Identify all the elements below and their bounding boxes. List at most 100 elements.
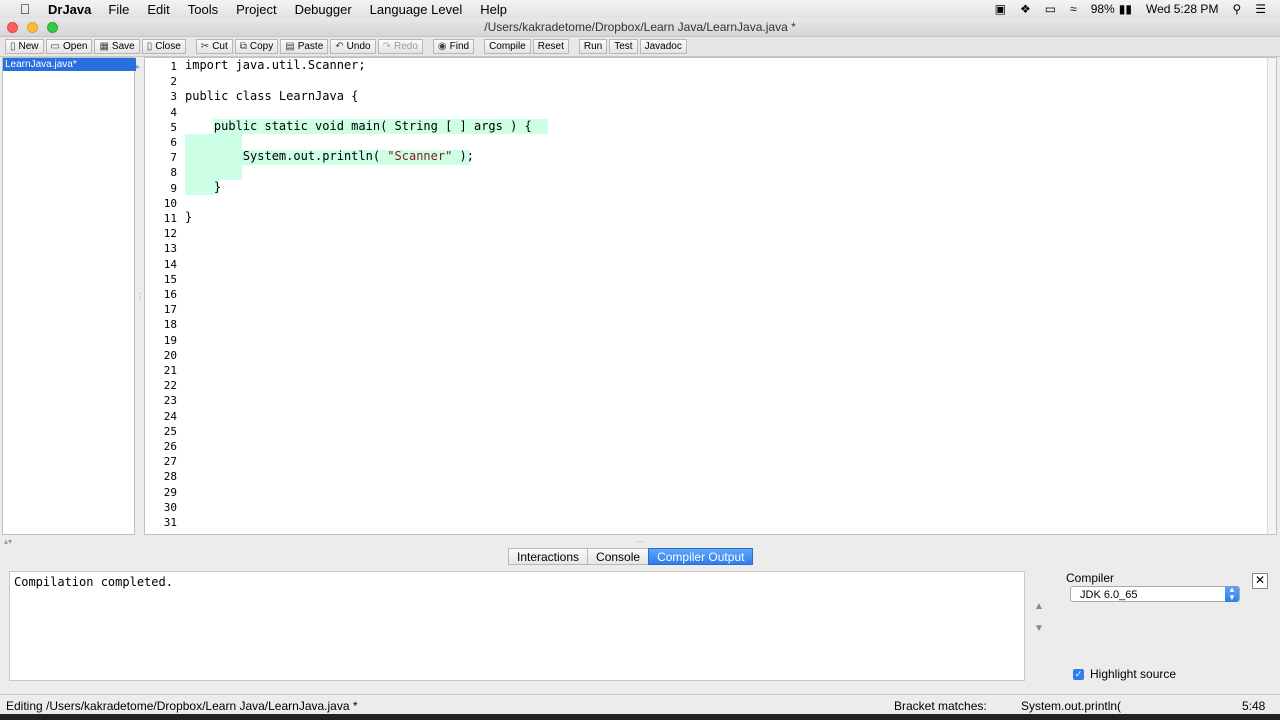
cut-label: Cut: [212, 41, 228, 52]
line-number: 15: [163, 272, 177, 286]
previous-error-up-arrow-icon[interactable]: ▲: [1030, 600, 1048, 614]
line-number: 29: [163, 485, 177, 499]
code-editor[interactable]: 1 2 3 4 5 6 7 8 9 10 11 12 13 14 15 16 17 18 19 20 21 22 23 24 2…: [144, 57, 1277, 535]
reset-button[interactable]: Reset: [532, 39, 569, 54]
reset-label: Reset: [537, 41, 564, 52]
redo-icon: ↷: [382, 41, 391, 52]
tab-compiler-output[interactable]: Compiler Output: [648, 548, 754, 565]
close-window-button[interactable]: [7, 22, 18, 33]
select-stepper-icon: ▲ ▼: [1225, 586, 1239, 602]
screen-record-icon[interactable]: ▣: [995, 2, 1006, 16]
line-number: 21: [163, 364, 177, 377]
open-label: Open: [62, 41, 88, 52]
menu-project[interactable]: Project: [236, 2, 276, 17]
open-files-list: LearnJava.java*: [2, 57, 136, 535]
menu-language-level[interactable]: Language Level: [370, 2, 463, 17]
collapse-arrow-icon[interactable]: ▸: [136, 62, 140, 71]
menu-file[interactable]: File: [108, 2, 129, 17]
new-label: New: [18, 41, 39, 52]
wifi-icon[interactable]: ≈: [1070, 2, 1077, 16]
menu-edit[interactable]: Edit: [147, 2, 169, 17]
compile-label: Compile: [489, 41, 526, 52]
split-handle-icon[interactable]: ⋮: [136, 292, 144, 301]
save-button[interactable]: ▦ Save: [94, 39, 140, 54]
line-number: 17: [163, 303, 177, 317]
battery-percent: 98%: [1090, 2, 1115, 16]
app-menu[interactable]: DrJava: [48, 2, 91, 17]
line-number: 3: [170, 90, 177, 104]
redo-button[interactable]: ↷ Redo: [377, 39, 423, 54]
test-button[interactable]: Test: [609, 39, 638, 54]
paste-label: Paste: [297, 41, 324, 52]
line-number: 16: [163, 288, 177, 301]
line-number: 24: [163, 409, 177, 423]
paste-button[interactable]: ▤ Paste: [280, 39, 329, 54]
minimize-window-button[interactable]: [27, 22, 38, 33]
line-number: 9: [170, 181, 177, 195]
bracket-matches-value: System.out.println(: [1021, 699, 1122, 713]
line-number: 1: [170, 60, 177, 73]
run-button[interactable]: Run: [578, 39, 608, 54]
open-button[interactable]: ▭ Open: [45, 39, 93, 54]
find-button[interactable]: ◉ Find: [432, 39, 475, 54]
run-label: Run: [583, 41, 603, 52]
save-label: Save: [111, 41, 135, 52]
close-pane-button[interactable]: ✕: [1252, 573, 1268, 589]
apple-icon[interactable]: : [14, 1, 36, 17]
bottom-tabs: Interactions Console Compiler Output: [508, 548, 754, 565]
resize-arrows-icon[interactable]: ▴▾: [4, 537, 12, 546]
airplay-icon[interactable]: ▭: [1045, 2, 1056, 16]
tab-interactions[interactable]: Interactions: [508, 548, 589, 565]
menu-help[interactable]: Help: [480, 2, 507, 17]
test-label: Test: [614, 41, 633, 52]
menu-debugger[interactable]: Debugger: [295, 2, 352, 17]
line-number: 12: [163, 227, 177, 241]
split-handle-icon[interactable]: ⋯: [636, 537, 644, 546]
line-number: 11: [163, 212, 177, 225]
next-error-down-arrow-icon[interactable]: ▼: [1030, 622, 1048, 636]
line-number: 27: [163, 455, 177, 469]
javadoc-label: Javadoc: [644, 41, 682, 52]
close-button[interactable]: ▯ Close: [141, 39, 186, 54]
highlight-source-checkbox[interactable]: ✓ Highlight source: [1073, 667, 1176, 681]
status-bar: Editing /Users/kakradetome/Dropbox/Learn…: [0, 694, 1280, 715]
menu-tools[interactable]: Tools: [188, 2, 218, 17]
highlight-source-label: Highlight source: [1090, 667, 1177, 681]
new-button[interactable]: ▯ New: [5, 39, 44, 54]
line-number: 23: [163, 394, 177, 408]
save-icon: ▦: [99, 41, 109, 52]
line-number: 6: [170, 136, 177, 149]
code-text: );: [452, 149, 475, 163]
cut-button[interactable]: ✂ Cut: [195, 39, 233, 54]
compiler-panel: Compiler JDK 6.0_65 ▲ ▼: [1066, 571, 1240, 602]
undo-button[interactable]: ↶ Undo: [330, 39, 376, 54]
copy-button[interactable]: ⧉ Copy: [234, 39, 279, 54]
tab-console[interactable]: Console: [587, 548, 650, 565]
code-line-3: public class LearnJava {: [185, 89, 359, 103]
open-folder-icon: ▭: [50, 41, 60, 52]
output-text: Compilation completed.: [14, 575, 173, 589]
dropbox-icon[interactable]: ❖: [1020, 2, 1031, 16]
compiler-output-pane[interactable]: Compilation completed.: [9, 571, 1025, 681]
compiler-selected-value: JDK 6.0_65: [1080, 589, 1138, 601]
binoculars-icon: ◉: [437, 41, 447, 52]
editor-scrollbar[interactable]: [1267, 58, 1276, 534]
line-number: 28: [163, 470, 177, 484]
clock[interactable]: Wed 5:28 PM: [1146, 2, 1218, 16]
line-number: 26: [163, 440, 177, 453]
line-number: 19: [163, 333, 177, 347]
undo-label: Undo: [346, 41, 371, 52]
zoom-window-button[interactable]: [47, 22, 58, 33]
compile-button[interactable]: Compile: [484, 39, 531, 54]
javadoc-button[interactable]: Javadoc: [639, 39, 687, 54]
spotlight-search-icon[interactable]: ⚲: [1232, 2, 1241, 16]
file-item-learnjava[interactable]: LearnJava.java*: [3, 58, 136, 71]
code-text: System.out.println(: [185, 149, 388, 163]
code-line-1: import java.util.Scanner;: [185, 58, 366, 72]
line-number: 30: [163, 500, 177, 514]
notification-center-icon[interactable]: ☰: [1255, 2, 1266, 16]
cursor-position: 5:48: [1242, 699, 1266, 713]
undo-icon: ↶: [335, 41, 344, 52]
battery-icon[interactable]: ▮▮: [1119, 2, 1132, 16]
compiler-select[interactable]: JDK 6.0_65 ▲ ▼: [1070, 586, 1240, 602]
